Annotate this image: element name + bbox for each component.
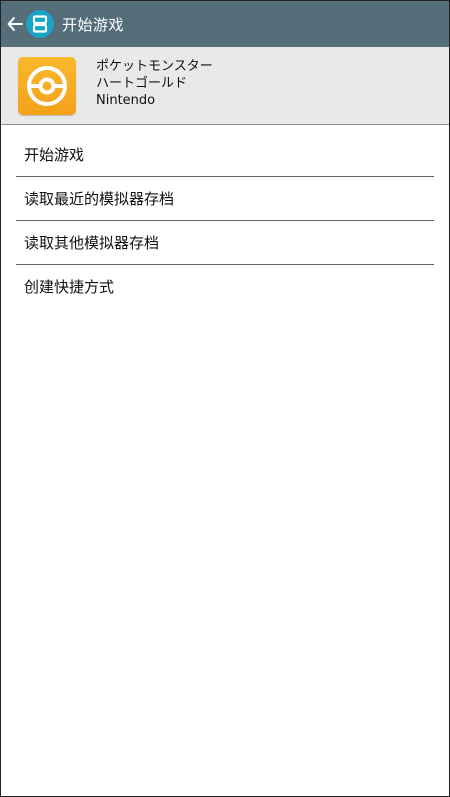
action-bar: 开始游戏 — [1, 1, 449, 47]
pokeball-icon — [18, 57, 76, 115]
page-title: 开始游戏 — [62, 15, 125, 34]
menu-item-start-game[interactable]: 开始游戏 — [16, 133, 434, 177]
menu-item-load-other-save[interactable]: 读取其他模拟器存档 — [16, 221, 434, 265]
ds-emulator-icon[interactable] — [26, 10, 54, 38]
game-title-line1: ポケットモンスター — [96, 59, 213, 74]
menu-item-load-recent-save[interactable]: 读取最近的模拟器存档 — [16, 177, 434, 221]
menu-item-create-shortcut[interactable]: 创建快捷方式 — [16, 265, 434, 308]
game-header: ポケットモンスター ハートゴールド Nintendo — [1, 47, 449, 125]
menu-list: 开始游戏 读取最近的模拟器存档 读取其他模拟器存档 创建快捷方式 — [1, 133, 449, 308]
game-publisher: Nintendo — [96, 93, 156, 108]
arrow-left-icon[interactable] — [4, 1, 26, 47]
game-title-line2: ハートゴールド — [96, 76, 188, 91]
screen: 开始游戏 ポケットモンスター ハートゴールド Nintendo 开始游戏 读取最… — [0, 0, 450, 797]
game-info: ポケットモンスター ハートゴールド Nintendo — [96, 58, 213, 109]
